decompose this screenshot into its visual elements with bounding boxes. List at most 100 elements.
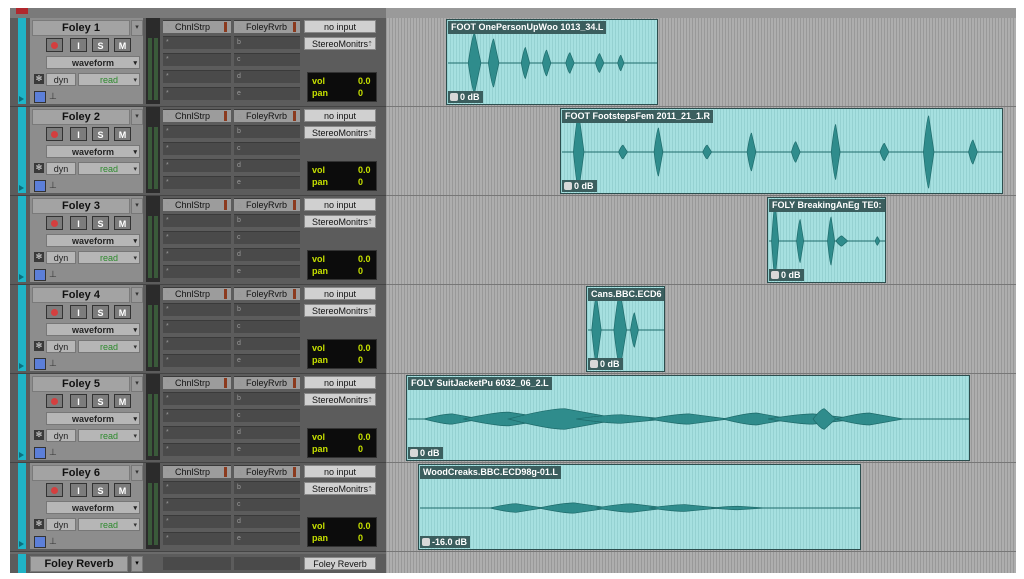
insert-slot[interactable]: * xyxy=(163,248,231,261)
insert-slot-a[interactable]: * ChnlStrp xyxy=(163,465,231,478)
insert-slot[interactable]: * xyxy=(163,515,231,528)
snowflake-icon[interactable]: ✻ xyxy=(34,163,44,173)
track-foley-3[interactable]: Foley 3 ▾ I S Mwaveform ▾ ✻ dyn read ▾ ⊥ * ChnlStrp *… xyxy=(10,196,386,284)
insert-slot-a[interactable]: * ChnlStrp xyxy=(163,20,231,33)
automation-mode-selector[interactable]: read ▾ xyxy=(78,518,140,531)
send-slot[interactable]: e xyxy=(234,532,300,545)
output-selector[interactable]: StereoMonitrs ⇡ xyxy=(304,393,376,406)
send-slot-a[interactable]: a FoleyRvrb xyxy=(234,20,300,33)
output-selector[interactable]: StereoMonitrs ⇡ xyxy=(304,37,376,50)
insert-slot[interactable]: * xyxy=(163,337,231,350)
insert-slot[interactable]: * xyxy=(163,159,231,172)
track-name-menu-icon[interactable]: ▾ xyxy=(131,20,143,36)
track-foley-1[interactable]: Foley 1 ▾ I S Mwaveform ▾ ✻ dyn read ▾ ⊥ * ChnlStrp *… xyxy=(10,18,386,106)
insert-slot[interactable]: * xyxy=(163,426,231,439)
track-view-selector[interactable]: waveform ▾ xyxy=(46,501,140,514)
mute-button[interactable]: M xyxy=(114,216,131,230)
track-foley-4[interactable]: Foley 4 ▾ I S Mwaveform ▾ ✻ dyn read ▾ ⊥ * ChnlStrp *… xyxy=(10,285,386,373)
insert-slot[interactable]: * xyxy=(163,36,231,49)
mute-button[interactable]: M xyxy=(114,394,131,408)
playlist-icon[interactable] xyxy=(34,536,46,548)
clip-gain-badge[interactable]: -16.0 dB xyxy=(420,536,471,548)
output-selector[interactable]: StereoMonitrs ⇡ xyxy=(304,126,376,139)
track-name-menu-icon[interactable]: ▾ xyxy=(131,287,143,303)
track-view-selector[interactable]: waveform ▾ xyxy=(46,323,140,336)
clip-gain-badge[interactable]: 0 dB xyxy=(588,358,623,370)
clip-gain-badge[interactable]: 0 dB xyxy=(562,180,597,192)
dyn-button[interactable]: dyn xyxy=(46,251,76,264)
insert-slot[interactable]: * xyxy=(163,481,231,494)
track-name[interactable]: Foley 2 xyxy=(32,109,130,125)
track-foley-2[interactable]: Foley 2 ▾ I S Mwaveform ▾ ✻ dyn read ▾ ⊥ * ChnlStrp *… xyxy=(10,107,386,195)
input-monitor-button[interactable]: I xyxy=(70,483,87,497)
insert-slot[interactable]: * xyxy=(163,53,231,66)
send-slot[interactable]: b xyxy=(234,481,300,494)
send-slot-a[interactable]: a FoleyRvrb xyxy=(234,198,300,211)
snowflake-icon[interactable]: ✻ xyxy=(34,430,44,440)
input-selector[interactable]: no input xyxy=(304,376,376,389)
mute-button[interactable]: M xyxy=(114,483,131,497)
clip-gain-badge[interactable]: 0 dB xyxy=(769,269,804,281)
automation-mode-selector[interactable]: read ▾ xyxy=(78,162,140,175)
send-slot[interactable]: b xyxy=(234,392,300,405)
insert-slot[interactable]: * xyxy=(163,125,231,138)
input-selector[interactable]: no input xyxy=(304,109,376,122)
record-enable-button[interactable] xyxy=(46,38,63,52)
send-slot[interactable]: c xyxy=(234,498,300,511)
send-slot[interactable]: e xyxy=(234,176,300,189)
insert-slot[interactable] xyxy=(163,557,231,570)
playlist-icon[interactable] xyxy=(34,180,46,192)
send-slot[interactable] xyxy=(234,557,300,570)
send-slot[interactable]: c xyxy=(234,231,300,244)
insert-slot[interactable]: * xyxy=(163,409,231,422)
insert-slot[interactable]: * xyxy=(163,498,231,511)
track-name-menu-icon[interactable]: ▾ xyxy=(131,465,143,481)
track-name[interactable]: Foley 5 xyxy=(32,376,130,392)
track-name[interactable]: Foley 3 xyxy=(32,198,130,214)
input-selector[interactable]: no input xyxy=(304,198,376,211)
solo-button[interactable]: S xyxy=(92,127,109,141)
send-slot[interactable]: e xyxy=(234,87,300,100)
track-foley-reverb[interactable]: Foley Reverb ▾ Foley Reverb xyxy=(10,554,386,573)
snowflake-icon[interactable]: ✻ xyxy=(34,252,44,262)
insert-slot[interactable]: * xyxy=(163,142,231,155)
audio-clip[interactable]: Cans.BBC.ECD6 0 dB xyxy=(586,286,665,372)
output-selector[interactable]: StereoMonitrs ⇡ xyxy=(304,482,376,495)
output-selector[interactable]: StereoMonitrs ⇡ xyxy=(304,215,376,228)
track-foley-6[interactable]: Foley 6 ▾ I S Mwaveform ▾ ✻ dyn read ▾ ⊥ * ChnlStrp *… xyxy=(10,463,386,551)
send-slot[interactable]: d xyxy=(234,515,300,528)
track-expand-icon[interactable] xyxy=(19,363,24,369)
solo-button[interactable]: S xyxy=(92,394,109,408)
track-expand-icon[interactable] xyxy=(19,96,24,102)
send-slot[interactable]: d xyxy=(234,70,300,83)
insert-slot[interactable]: * xyxy=(163,392,231,405)
clip-gain-badge[interactable]: 0 dB xyxy=(448,91,483,103)
dyn-button[interactable]: dyn xyxy=(46,518,76,531)
send-slot[interactable]: e xyxy=(234,265,300,278)
record-enable-button[interactable] xyxy=(46,483,63,497)
track-name[interactable]: Foley Reverb xyxy=(30,556,128,572)
input-monitor-button[interactable]: I xyxy=(70,394,87,408)
playlist-icon[interactable] xyxy=(34,358,46,370)
track-name-menu-icon[interactable]: ▾ xyxy=(131,376,143,392)
insert-slot[interactable]: * xyxy=(163,231,231,244)
send-slot[interactable]: b xyxy=(234,36,300,49)
timeline-area[interactable]: FOOT OnePersonUpWoo 1013_34.L 0 dB FOOT Fo… xyxy=(386,18,1016,573)
send-slot[interactable]: e xyxy=(234,443,300,456)
automation-mode-selector[interactable]: read ▾ xyxy=(78,429,140,442)
record-enable-button[interactable] xyxy=(46,127,63,141)
automation-mode-selector[interactable]: read ▾ xyxy=(78,73,140,86)
send-slot[interactable]: c xyxy=(234,142,300,155)
input-selector[interactable]: no input xyxy=(304,20,376,33)
insert-slot[interactable]: * xyxy=(163,532,231,545)
insert-slot-a[interactable]: * ChnlStrp xyxy=(163,198,231,211)
send-slot-a[interactable]: a FoleyRvrb xyxy=(234,109,300,122)
solo-button[interactable]: S xyxy=(92,483,109,497)
send-slot-a[interactable]: a FoleyRvrb xyxy=(234,376,300,389)
insert-slot[interactable]: * xyxy=(163,87,231,100)
send-slot-a[interactable]: a FoleyRvrb xyxy=(234,287,300,300)
send-slot[interactable]: d xyxy=(234,159,300,172)
mute-button[interactable]: M xyxy=(114,127,131,141)
snowflake-icon[interactable]: ✻ xyxy=(34,74,44,84)
track-name[interactable]: Foley 1 xyxy=(32,20,130,36)
